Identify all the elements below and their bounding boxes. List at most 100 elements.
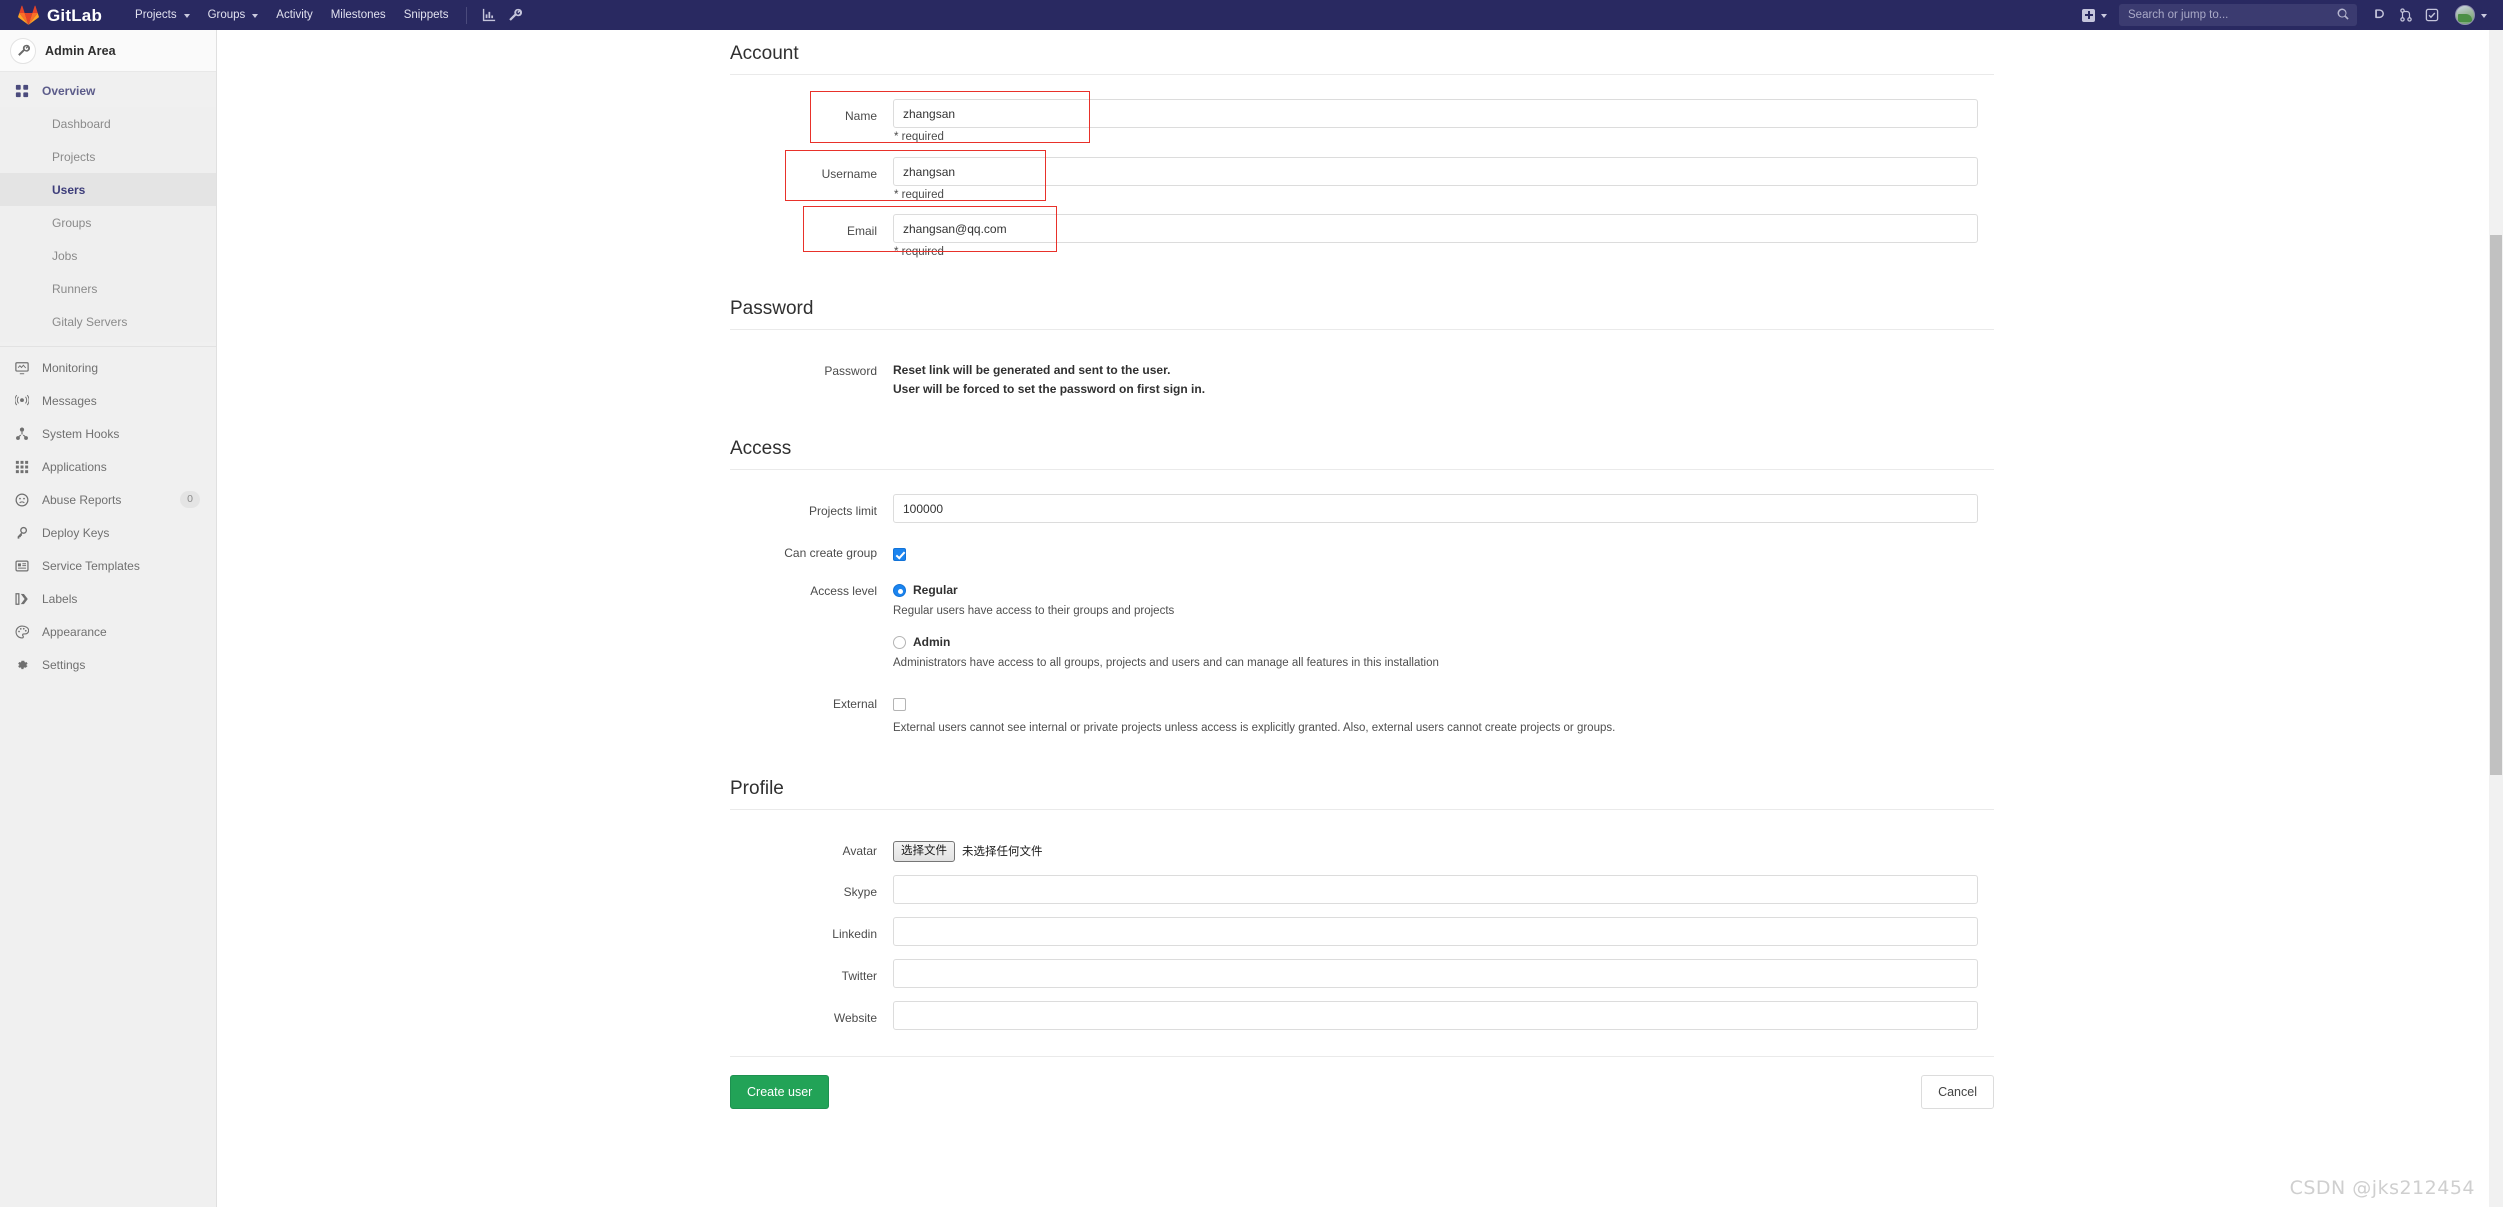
field-row-email: Email * required bbox=[730, 206, 2290, 258]
external-label: External bbox=[832, 696, 877, 711]
wrench-admin-icon[interactable] bbox=[502, 0, 528, 30]
email-label: Email bbox=[846, 224, 877, 238]
avatar-choose-file-button[interactable]: 选择文件 bbox=[893, 840, 955, 863]
sidebar-item-overview[interactable]: Overview bbox=[0, 74, 216, 107]
todos-checkmark-icon[interactable] bbox=[2419, 0, 2445, 30]
access-level-admin-label[interactable]: Admin bbox=[913, 635, 950, 649]
sidebar-item-projects[interactable]: Projects bbox=[0, 140, 216, 173]
can-create-group-checkbox[interactable] bbox=[893, 548, 906, 562]
access-level-regular-help: Regular users have access to their group… bbox=[893, 605, 1175, 618]
linkedin-label: Linkedin bbox=[832, 927, 877, 942]
gitlab-home-link[interactable]: GitLab bbox=[0, 0, 112, 30]
nav-link-projects[interactable]: Projects bbox=[126, 0, 199, 30]
external-checkbox[interactable] bbox=[893, 698, 906, 712]
sidebar-divider bbox=[0, 346, 216, 347]
cancel-button[interactable]: Cancel bbox=[1921, 1075, 1994, 1110]
analytics-chart-icon[interactable] bbox=[476, 0, 502, 30]
sidebar-item-jobs[interactable]: Jobs bbox=[0, 239, 216, 272]
palette-icon bbox=[14, 624, 30, 640]
new-item-dropdown[interactable] bbox=[2074, 0, 2115, 30]
twitter-input[interactable] bbox=[893, 959, 1978, 989]
field-row-website: Website bbox=[730, 1001, 2290, 1031]
sidebar-item-gitaly-servers[interactable]: Gitaly Servers bbox=[0, 305, 216, 338]
sidebar-item-deploy-keys-label: Deploy Keys bbox=[42, 525, 110, 540]
sidebar-item-groups[interactable]: Groups bbox=[0, 206, 216, 239]
linkedin-input[interactable] bbox=[893, 917, 1978, 947]
name-label: Name bbox=[844, 109, 877, 123]
sidebar-item-service-templates-label: Service Templates bbox=[42, 558, 140, 573]
projects-limit-input[interactable] bbox=[893, 494, 1978, 524]
section-title-password: Password bbox=[730, 298, 1994, 330]
sidebar-item-users[interactable]: Users bbox=[0, 173, 216, 206]
field-row-linkedin: Linkedin bbox=[730, 917, 2290, 947]
hook-icon bbox=[14, 426, 30, 442]
field-row-skype: Skype bbox=[730, 875, 2290, 905]
template-icon bbox=[14, 558, 30, 574]
gitlab-brand-text: GitLab bbox=[47, 5, 103, 25]
avatar-file-picker[interactable]: 选择文件 未选择任何文件 bbox=[893, 834, 2290, 863]
email-input[interactable] bbox=[893, 214, 1978, 243]
sidebar-item-settings[interactable]: Settings bbox=[0, 648, 216, 681]
sidebar-item-applications[interactable]: Applications bbox=[0, 450, 216, 483]
top-navbar: GitLab Projects Groups Activity Mileston… bbox=[0, 0, 2503, 30]
page-scrollbar-track[interactable] bbox=[2489, 30, 2503, 1207]
sidebar-item-appearance[interactable]: Appearance bbox=[0, 615, 216, 648]
name-input[interactable] bbox=[893, 99, 1978, 128]
website-input[interactable] bbox=[893, 1001, 1978, 1031]
sidebar-item-service-templates[interactable]: Service Templates bbox=[0, 549, 216, 582]
sidebar-item-dashboard[interactable]: Dashboard bbox=[0, 107, 216, 140]
nav-link-activity[interactable]: Activity bbox=[267, 0, 321, 30]
search-input[interactable] bbox=[2119, 4, 2357, 26]
monitor-icon bbox=[14, 360, 30, 376]
avatar-selected-filename: 未选择任何文件 bbox=[962, 846, 1043, 859]
access-level-regular-radio[interactable] bbox=[893, 583, 906, 597]
sidebar-header[interactable]: Admin Area bbox=[0, 30, 216, 72]
navbar-links: Projects Groups Activity Milestones Snip… bbox=[126, 0, 528, 30]
nav-link-snippets[interactable]: Snippets bbox=[395, 0, 458, 30]
create-user-button[interactable]: Create user bbox=[730, 1075, 830, 1110]
username-input[interactable] bbox=[893, 157, 1978, 186]
avatar-label: Avatar bbox=[842, 843, 877, 858]
chevron-down-icon bbox=[2481, 14, 2487, 18]
watermark: CSDN @jks212454 bbox=[2289, 1177, 2475, 1199]
sidebar-item-deploy-keys[interactable]: Deploy Keys bbox=[0, 516, 216, 549]
sidebar-item-monitoring[interactable]: Monitoring bbox=[0, 351, 216, 384]
access-level-admin-option[interactable]: Admin bbox=[893, 621, 2290, 649]
sidebar-item-system-hooks[interactable]: System Hooks bbox=[0, 417, 216, 450]
can-create-group-label: Can create group bbox=[784, 546, 877, 561]
wrench-icon bbox=[10, 37, 36, 64]
user-menu-dropdown[interactable] bbox=[2445, 5, 2493, 25]
sidebar-item-overview-label: Overview bbox=[42, 83, 96, 98]
nav-link-milestones[interactable]: Milestones bbox=[322, 0, 395, 30]
projects-limit-label: Projects limit bbox=[808, 504, 877, 519]
access-level-regular-label[interactable]: Regular bbox=[913, 583, 958, 597]
admin-sidebar: Admin Area Overview Dashboard Projects U… bbox=[0, 30, 217, 1207]
sidebar-item-abuse-reports[interactable]: Abuse Reports 0 bbox=[0, 483, 216, 516]
issues-icon[interactable] bbox=[2367, 0, 2393, 30]
sidebar-item-messages[interactable]: Messages bbox=[0, 384, 216, 417]
search-box[interactable] bbox=[2119, 4, 2357, 26]
website-label: Website bbox=[833, 1011, 877, 1026]
twitter-label: Twitter bbox=[841, 969, 877, 984]
nav-link-groups[interactable]: Groups bbox=[199, 0, 268, 30]
abuse-reports-count-badge: 0 bbox=[180, 491, 200, 508]
skype-input[interactable] bbox=[893, 875, 1978, 905]
sidebar-nav: Overview Dashboard Projects Users Groups… bbox=[0, 72, 216, 681]
field-row-twitter: Twitter bbox=[730, 959, 2290, 989]
form-actions: Create user Cancel bbox=[730, 1056, 1994, 1110]
page-scrollbar-thumb[interactable] bbox=[2490, 235, 2502, 775]
access-level-admin-radio[interactable] bbox=[893, 635, 906, 649]
field-row-access-level: Access level Regular Regular users have … bbox=[730, 574, 2290, 673]
merge-request-icon[interactable] bbox=[2393, 0, 2419, 30]
chevron-down-icon bbox=[2101, 14, 2107, 18]
sidebar-item-runners[interactable]: Runners bbox=[0, 272, 216, 305]
field-row-password: Password Reset link will be generated an… bbox=[730, 354, 2290, 398]
abuse-face-icon bbox=[14, 492, 30, 508]
username-label: Username bbox=[821, 167, 877, 181]
password-reset-note-line2: User will be forced to set the password … bbox=[893, 381, 1206, 396]
section-title-profile: Profile bbox=[730, 778, 1994, 810]
sidebar-item-labels[interactable]: Labels bbox=[0, 582, 216, 615]
field-row-external: External External users cannot see inter… bbox=[730, 687, 2290, 738]
access-level-label: Access level bbox=[810, 584, 877, 599]
access-level-regular-option[interactable]: Regular bbox=[893, 574, 2290, 597]
